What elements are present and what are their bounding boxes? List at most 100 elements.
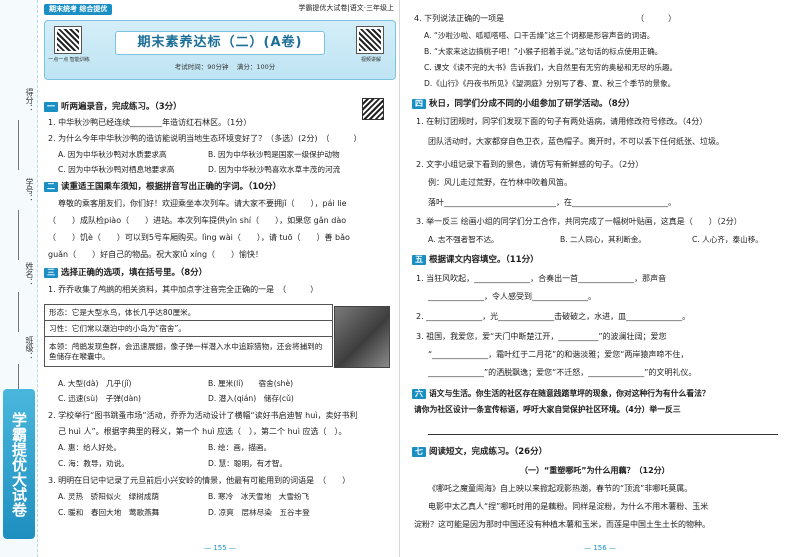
option: C. 海：教导，劝说。 (58, 459, 129, 468)
fill-line[interactable]: “______________，霜叶红于二月花”的和谐淡雅；爱您“两岸猿声啼不住… (428, 350, 688, 360)
cormorant-photo (334, 306, 390, 368)
option: A. 志不强者智不达。 (428, 235, 499, 244)
option: B. 绘：画，描画。 (208, 443, 272, 452)
exam-meta: 考试时间：90分钟 满分：100分 (145, 63, 305, 71)
option: D. 潜入(qián) 储存(cǔ) (208, 394, 294, 403)
class-field: 班级： (25, 336, 34, 360)
table-cell: 本领：鸬鹚发现鱼群，会迅速展翅，像子弹一样潜入水中追踪猎物，还会将捕到的鱼储存在… (44, 336, 333, 367)
binding-strip: 得分： 学号： 姓名： 班级： 学霸提优大试卷 (0, 0, 38, 557)
example-sentence: 例：风儿走过荒野，在竹林中吹着风笛。 (428, 178, 572, 187)
series-right: 学霸提优大试卷|语文·三年级上 (298, 4, 394, 12)
score-line (18, 120, 19, 170)
option: B. 因为中华秋沙鸭是国家一级保护动物 (208, 150, 340, 159)
section-title: 根据课文内容填空。（11分） (429, 255, 539, 265)
option: A. 因为中华秋沙鸭对水质要求高 (58, 150, 167, 159)
section-number: 二 (44, 182, 58, 192)
qr-code-right[interactable] (356, 26, 384, 54)
name-field: 姓名： (25, 262, 34, 286)
answer-line[interactable]: 落叶____________________________，在________… (428, 198, 676, 208)
audio-qr-code[interactable] (362, 98, 384, 120)
section-2-heading: 二读重适王国乘车须知，根据拼音写出正确的字词。（10分） (44, 182, 281, 193)
fill-line[interactable]: 3. 祖国，我爱您，爱“天门中断楚江开，__________”的波澜壮阔；爱您 (416, 332, 666, 342)
section-title: 听两遍录音，完成练习。（3分） (61, 102, 182, 112)
section-title: 秋日，同学们分成不同的小组参加了研学活动。（8分） (429, 99, 635, 109)
answer-line[interactable] (428, 425, 778, 435)
exam-title: 期末素养达标（二）(A卷) (115, 31, 325, 55)
question-text: 1. 乔乔收集了鸬鹚的相关资料，其中加点字注音完全正确的一是 （ ） (48, 285, 319, 294)
option: A. 灵热 骄阳似火 绿树成荫 (58, 492, 160, 501)
section-number: 三 (44, 268, 58, 278)
reading-paragraph: 电影中太乙真人“捏”哪吒时用的是藕粉。同样是淀粉，为什么不用木薯粉、玉米 (428, 502, 709, 511)
section-3-heading: 三选择正确的选项，填在括号里。（8分） (44, 268, 207, 279)
option: C. 因为中华秋沙鸭对栖息地要求高 (58, 165, 175, 174)
option: D. 凉爽 层林尽染 五谷丰登 (208, 508, 310, 517)
sentence-to-edit: 团队活动时，大家都穿自色卫衣，蓝色帽子。离开时，不可以丢下任何纸张、垃圾。 (428, 137, 724, 146)
qr-left-caption: 一点一点 智能训练 (48, 57, 90, 63)
page-number: — 155 — (204, 544, 236, 553)
question-text: 4. 下列说法正确的一项是 （ ） (414, 14, 677, 23)
question-text: 2. 文字小组记录下看到的景色，请仿写有新鲜感的句子。（2分） (416, 160, 644, 169)
section-number: 一 (44, 102, 58, 112)
section-number: 四 (412, 99, 426, 109)
reading-paragraph: 淀粉？这可能是因为那时中国还没有种植木薯和玉米，而莲是中国土生土长的物种。 (414, 520, 710, 529)
reading-paragraph: 《哪吒之魔童闹海》自上映以来掀起观影热潮，春节的“顶流”非哪吒莫属。 (428, 484, 693, 493)
table-cell: 形态：它是大型水鸟，体长几乎达80厘米。 (44, 304, 333, 321)
passage-line: guǎn（ ）好自己的物品。祝大家lǚ xíng（ ）愉快！ (48, 250, 264, 259)
student-id-line (18, 210, 19, 260)
exam-time: 考试时间：90分钟 (174, 63, 229, 71)
question-text: 己 huì 人”。根据字典里的释义，第一个 huì 应选（ ），第二个 huì … (58, 427, 347, 436)
series-logo: 学霸提优大试卷 (3, 389, 35, 539)
option: C. 迅速(sù) 子弹(dàn) (58, 394, 142, 403)
option: D. 因为中华秋沙鸭喜欢水草丰茂的河流 (208, 165, 341, 174)
fill-line[interactable]: ______________，令人感受到______________。 (428, 292, 596, 302)
option: D.《山行》《丹夜书所见》《望洞庭》分别写了春、夏、秋三个季节的景象。 (424, 79, 676, 88)
student-id-field: 学号： (25, 178, 34, 202)
passage-line: 尊敬的乘客朋友们，你们好！欢迎乘坐本次列车。请大家不要拥jǐ（ ），pái li… (58, 199, 347, 208)
section-1-heading: 一听两遍录音，完成练习。（3分） (44, 102, 182, 113)
section-title: 读重适王国乘车须知，根据拼音写出正确的字词。（10分） (61, 182, 282, 192)
reading-title: （一）“重塑哪吒”为什么用藕？（12分） (520, 466, 670, 475)
section-title: 阅读短文，完成练习。（26分） (429, 447, 548, 457)
table-cell: 习性：它们常以潮泊中的小岛为“宿舍”。 (44, 320, 333, 337)
passage-line: （ ）饥è（ ）可以到5号车厢购买。lìng wài（ ），请 tuō（ ）善 … (48, 233, 350, 242)
qr-right-caption: 视频讲解 (360, 57, 381, 63)
section-title: 选择正确的选项，填在括号里。（8分） (61, 268, 208, 278)
title-banner: 一点一点 智能训练 期末素养达标（二）(A卷) 考试时间：90分钟 满分：100… (44, 20, 396, 80)
question-text: 3. 明明在日记中记录了元旦前后小兴安岭的情景，他最有可能用到的词语是 （ ） (48, 476, 351, 485)
exam-score: 满分：100分 (236, 63, 276, 71)
option: B. 寒冷 冰天雪地 大雪纷飞 (208, 492, 310, 501)
section-5-heading: 五根据课文内容填空。（11分） (412, 255, 539, 266)
option: D. 慧：聪明，有才智。 (208, 459, 288, 468)
section-6-subtitle: 请你为社区设计一条宣传标语，呼吁大家自觉保护社区环境。（4分）举一反三 (414, 405, 681, 414)
score-field: 得分： (25, 88, 34, 112)
option: B. 厘米(lí) 宿舍(shè) (208, 379, 294, 388)
right-page: 4. 下列说法正确的一项是 （ ） A. “沙啦沙啦、呱呱嗒嗒、口干舌燥”这三个… (400, 0, 800, 557)
page-number: — 156 — (584, 544, 616, 553)
option: C. 课文《读不完的大书》告诉我们，大自然里有无穷的奥秘和无尽的乐趣。 (424, 63, 678, 72)
section-number: 七 (412, 447, 426, 457)
fill-line[interactable]: ______________”的洒脱飘逸；爱您“不迁怒，____________… (428, 368, 696, 378)
question-text: 1. 中华秋沙鸭已经连续________年造访红石林区。（1分） (48, 118, 252, 127)
option: A. 大型(dà) 几乎(jǐ) (58, 379, 132, 388)
option: A. “沙啦沙啦、呱呱嗒嗒、口干舌燥”这三个词都是形容声音的词语。 (424, 31, 655, 40)
question-text: 2. 学校举行“图书跳蚤市场”活动，乔乔为活动设计了横幅“读好书启迪智 huì，… (48, 411, 358, 420)
section-7-heading: 七阅读短文，完成练习。（26分） (412, 447, 547, 458)
option: B. 二人同心，其利断金。 (560, 235, 646, 244)
qr-code-left[interactable] (54, 26, 82, 54)
question-text: 3. 举一反三 绘画小组的同学们分工合作，共同完成了一幅树叶贴画，这真是（ ）（… (416, 217, 742, 226)
fill-line[interactable]: 1. 当狂风吹起，______________，合奏出一首___________… (416, 274, 666, 284)
question-text: 2. 为什么今年中华秋沙鸭的造访能说明当地生态环境变好了？（多选）(2分) （ … (48, 134, 362, 143)
section-6-heading: 六语文与生活。你生活的社区存在随意践踏草坪的现象，你对这种行为有什么看法？ (412, 389, 710, 399)
left-page: 得分： 学号： 姓名： 班级： 学霸提优大试卷 期末统考 综合提优 学霸提优大试… (0, 0, 400, 557)
section-title: 语文与生活。你生活的社区存在随意践踏草坪的现象，你对这种行为有什么看法？ (429, 389, 710, 398)
fill-line[interactable]: 2. ______________，光______________击破破之，水进… (416, 312, 690, 322)
section-number: 五 (412, 255, 426, 265)
section-4-heading: 四秋日，同学们分成不同的小组参加了研学活动。（8分） (412, 99, 635, 110)
page-header: 期末统考 综合提优 学霸提优大试卷|语文·三年级上 (44, 4, 394, 18)
option: B. “大家来这边搞桃子吧！”小猴子招着手说。”这句话的标点使用正确。 (424, 47, 663, 56)
passage-line: （ ）成队检piào（ ）进站。本次列车提供yǐn shí（ ），如果您 gǎn… (48, 216, 347, 225)
section-number: 六 (412, 389, 426, 399)
name-line (18, 292, 19, 332)
series-badge: 期末统考 综合提优 (44, 4, 113, 15)
option: C. 暖和 春回大地 莺歌燕舞 (58, 508, 160, 517)
